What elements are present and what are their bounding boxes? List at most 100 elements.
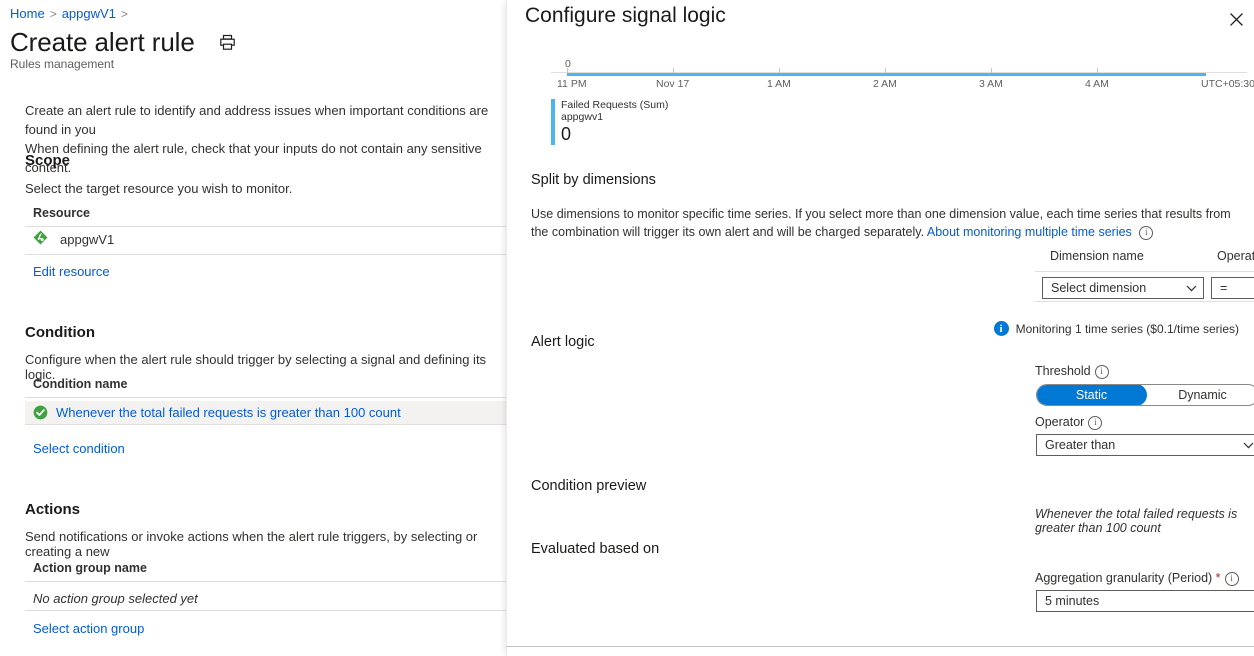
chart-tick-5 [1097,68,1098,73]
chart-timezone-label: UTC+05:30 [1201,78,1254,90]
dimension-name-column-header: Dimension name [1050,249,1144,263]
info-icon-granularity[interactable]: i [1224,571,1239,586]
action-group-column-header: Action group name [33,561,147,575]
configure-signal-logic-panel: Configure signal logic 0 11 PM Nov 17 1 … [506,0,1254,656]
action-group-divider-top [25,581,506,582]
dimension-operator-value: = [1220,281,1228,295]
info-icon-threshold[interactable]: i [1094,364,1109,379]
required-asterisk-granularity: * [1212,571,1221,585]
aggregation-granularity-value: 5 minutes [1045,594,1100,608]
breadcrumb-separator-icon: > [49,7,57,21]
split-by-dimensions-heading: Split by dimensions [531,172,656,188]
page-title-row: Create alert rule [10,27,239,57]
info-filled-icon: i [993,321,1009,336]
aggregation-granularity-label: Aggregation granularity (Period) * i [1035,571,1239,586]
dimension-table-divider-bottom [1035,301,1254,302]
chart-tick-1 [673,68,674,73]
select-condition-link[interactable]: Select condition [33,441,125,456]
split-by-dimensions-description: Use dimensions to monitor specific time … [531,205,1231,241]
chart-x-label-2: 1 AM [767,78,791,90]
condition-table-divider-bottom [25,424,506,425]
scope-heading: Scope [25,152,71,169]
chevron-down-icon [1186,285,1197,292]
monitoring-time-series-note: i Monitoring 1 time series ($0.1/time se… [993,321,1239,336]
resource-table-divider-bottom [25,254,506,255]
operator-value: Greater than [1045,438,1116,452]
dimension-name-value: Select dimension [1051,281,1147,295]
select-action-group-link[interactable]: Select action group [33,621,144,636]
operator-column-header: Operator [1217,249,1254,263]
edit-resource-link[interactable]: Edit resource [33,264,110,279]
chart-x-label-4: 3 AM [979,78,1003,90]
intro-line-2: When defining the alert rule, check that… [25,141,482,175]
condition-table-divider-top [25,397,506,398]
chart-tick-4 [991,68,992,73]
about-monitoring-multiple-time-series-link[interactable]: About monitoring multiple time series [927,225,1132,239]
application-gateway-icon [33,230,48,248]
aggregation-granularity-label-text: Aggregation granularity (Period) [1035,571,1213,585]
intro-text: Create an alert rule to identify and add… [25,101,506,177]
aggregation-granularity-select[interactable]: 5 minutes [1036,590,1254,612]
resource-row[interactable]: appgwV1 [33,230,114,248]
resource-name: appgwV1 [60,231,115,247]
chart-x-label-5: 4 AM [1085,78,1109,90]
threshold-label: Threshold i [1035,364,1109,379]
resource-table-divider-top [25,226,506,227]
dimension-table-divider-top [1035,271,1254,272]
action-group-divider-bottom [25,610,506,611]
breadcrumb-appgwv1[interactable]: appgwV1 [62,6,116,21]
chart-legend: Failed Requests (Sum) appgwv1 0 [551,99,668,145]
alert-logic-heading: Alert logic [531,334,595,350]
chart-x-label-1: Nov 17 [656,78,690,90]
chart-tick-3 [885,68,886,73]
breadcrumb: Home > appgwV1 > [10,6,133,21]
resource-column-header: Resource [33,206,90,220]
condition-heading: Condition [25,324,95,341]
condition-item-label[interactable]: Whenever the total failed requests is gr… [56,405,401,420]
info-icon-multiple-time-series[interactable]: i [1139,225,1154,240]
threshold-static-option[interactable]: Static [1037,385,1147,405]
intro-line-1: Create an alert rule to identify and add… [25,103,489,137]
panel-title: Configure signal logic [525,4,726,27]
dimension-operator-select[interactable]: = [1211,277,1254,299]
action-group-empty-text: No action group selected yet [33,591,198,606]
chart-x-label-3: 2 AM [873,78,897,90]
printer-icon[interactable] [217,31,239,53]
close-icon[interactable] [1223,6,1249,32]
actions-description: Send notifications or invoke actions whe… [25,529,478,559]
green-check-icon [33,405,48,420]
condition-preview-text: Whenever the total failed requests is gr… [1035,507,1238,535]
legend-metric-name: Failed Requests (Sum) [561,99,669,111]
chart-series-line [567,73,1206,76]
split-desc-line-2: combination will trigger its own alert a… [551,225,925,239]
panel-footer-divider [506,646,1254,647]
evaluated-based-on-heading: Evaluated based on [531,541,660,557]
threshold-dynamic-option[interactable]: Dynamic [1147,385,1254,405]
dimension-name-select[interactable]: Select dimension [1042,277,1204,299]
legend-resource-name: appgwv1 [561,111,604,123]
scope-description: Select the target resource you wish to m… [25,181,293,196]
metric-chart: 0 11 PM Nov 17 1 AM 2 AM 3 AM 4 AM UTC+0… [551,58,1254,98]
condition-row[interactable]: Whenever the total failed requests is gr… [25,401,506,424]
condition-preview-heading: Condition preview [531,478,647,494]
breadcrumb-separator-icon-2: > [120,7,128,21]
threshold-type-toggle[interactable]: Static Dynamic [1036,384,1254,406]
chart-tick-2 [779,68,780,73]
monitoring-note-text: Monitoring 1 time series ($0.1/time seri… [1015,321,1239,336]
page-subtitle: Rules management [10,57,115,71]
operator-label-text: Operator [1035,415,1085,429]
operator-label: Operator i [1035,415,1103,430]
condition-column-header: Condition name [33,377,128,391]
create-alert-rule-blade: Home > appgwV1 > Create alert rule Rules ma… [0,0,506,656]
info-icon-operator[interactable]: i [1088,415,1103,430]
breadcrumb-home[interactable]: Home [10,6,45,21]
chart-x-label-0: 11 PM [557,78,587,90]
operator-select[interactable]: Greater than [1036,434,1254,456]
chart-tick-0 [567,68,568,73]
threshold-label-text: Threshold [1035,364,1091,378]
legend-current-value: 0 [561,124,572,144]
page-title: Create alert rule [10,27,195,57]
chevron-down-icon-4 [1243,442,1254,449]
legend-color-swatch [551,99,555,145]
actions-heading: Actions [25,501,81,518]
